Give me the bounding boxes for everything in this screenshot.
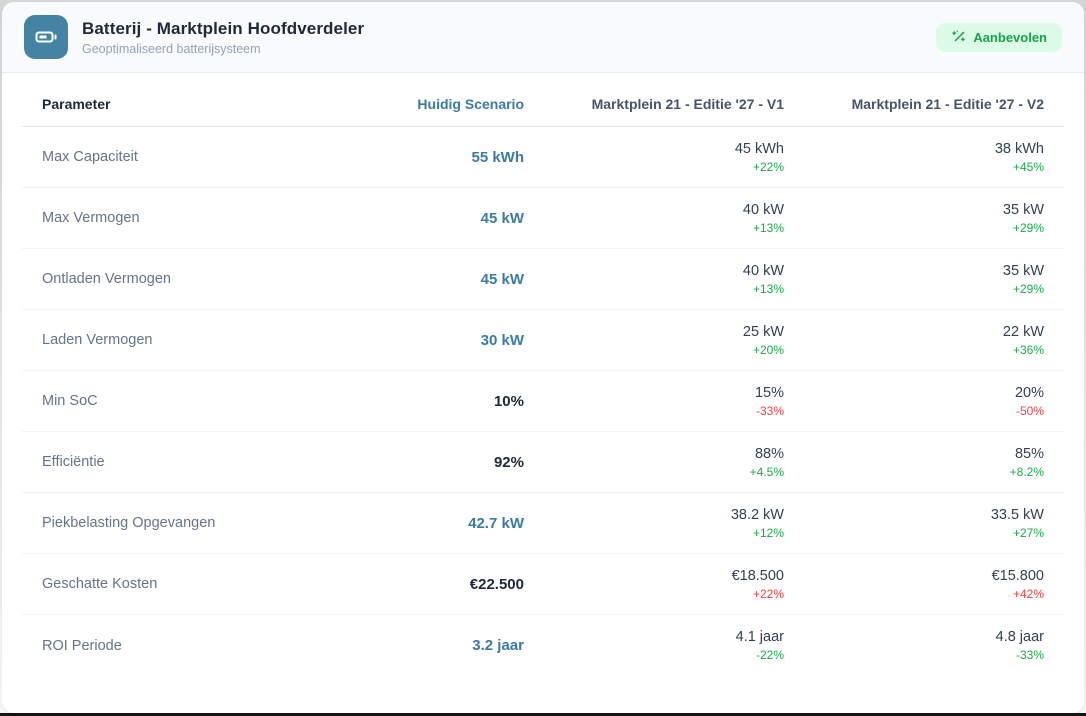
table-row: Max Vermogen 45 kW 40 kW +13% 35 kW +29% <box>22 188 1064 249</box>
scenario-v2-delta: +36% <box>1012 342 1044 357</box>
column-header-scenario-v2: Marktplein 21 - Editie '27 - V2 <box>851 95 1044 112</box>
scenario-v1-delta: -22% <box>755 648 784 662</box>
current-scenario-value: €22.500 <box>469 575 524 593</box>
page-title: Batterij - Marktplein Hoofdverdeler <box>82 18 365 38</box>
scenario-v2-delta: +27% <box>1012 525 1044 540</box>
recommended-badge-label: Aanbevolen <box>973 29 1047 45</box>
scenario-v2-cell: 20% -50% <box>804 385 1064 418</box>
parameter-label: ROI Periode <box>42 637 122 654</box>
scenario-v1-cell: 4.1 jaar -22% <box>544 629 804 662</box>
scenario-v1-delta: +13% <box>752 220 784 235</box>
table-row: Laden Vermogen 30 kW 25 kW +20% 22 kW +3… <box>22 310 1064 371</box>
scenario-v1-value: 15% <box>754 384 784 401</box>
current-scenario-value: 42.7 kW <box>468 514 524 532</box>
scenario-v2-cell: 35 kW +29% <box>804 263 1064 296</box>
scenario-v2-cell: 22 kW +36% <box>804 324 1064 357</box>
table-row: Ontladen Vermogen 45 kW 40 kW +13% 35 kW… <box>22 249 1064 310</box>
scenario-v1-cell: 38.2 kW +12% <box>544 507 804 540</box>
scenario-v1-delta: +20% <box>752 342 784 357</box>
parameter-label: Geschatte Kosten <box>42 576 158 592</box>
scenario-v2-value: 20% <box>1014 384 1044 401</box>
column-header-current-scenario: Huidig Scenario <box>417 95 524 112</box>
scenario-v2-cell: 35 kW +29% <box>804 202 1064 235</box>
scenario-v2-delta: +29% <box>1012 281 1044 296</box>
scenario-v1-delta: +22% <box>752 586 784 601</box>
scenario-v2-value: 35 kW <box>1002 201 1044 218</box>
table-row: Piekbelasting Opgevangen 42.7 kW 38.2 kW… <box>22 493 1064 554</box>
scenario-v1-value: 45 kWh <box>734 140 784 157</box>
current-scenario-value: 45 kW <box>480 209 524 227</box>
parameter-label: Max Vermogen <box>42 210 140 226</box>
current-scenario-value: 3.2 jaar <box>472 637 524 654</box>
parameter-label: Piekbelasting Opgevangen <box>42 515 216 531</box>
scenario-v2-value: 85% <box>1014 445 1044 462</box>
scenario-v2-delta: -50% <box>1015 403 1044 418</box>
scenario-v1-cell: 25 kW +20% <box>544 324 804 357</box>
wand-sparkles-icon <box>951 30 966 45</box>
scenario-v2-delta: -33% <box>1015 648 1044 662</box>
scenario-v1-value: €18.500 <box>731 567 784 584</box>
scenario-v1-value: 40 kW <box>742 262 784 279</box>
table-row: Geschatte Kosten €22.500 €18.500 +22% €1… <box>22 554 1064 615</box>
scenario-v1-value: 40 kW <box>742 201 784 218</box>
scenario-v2-cell: 85% +8.2% <box>804 446 1064 479</box>
scenario-v2-cell: 4.8 jaar -33% <box>804 629 1064 662</box>
scenario-v1-delta: +22% <box>752 159 784 174</box>
scenario-v2-value: 4.8 jaar <box>995 629 1044 645</box>
scenario-v2-delta: +29% <box>1012 220 1044 235</box>
current-scenario-value: 92% <box>493 453 524 471</box>
scenario-v2-value: €15.800 <box>991 567 1044 584</box>
table-row: Efficiëntie 92% 88% +4.5% 85% +8.2% <box>22 432 1064 493</box>
battery-icon <box>24 15 68 59</box>
column-header-scenario-v1: Marktplein 21 - Editie '27 - V1 <box>591 95 784 112</box>
current-scenario-value: 45 kW <box>480 270 524 288</box>
recommended-badge[interactable]: Aanbevolen <box>936 22 1062 52</box>
scenario-v2-cell: 38 kWh +45% <box>804 141 1064 174</box>
scenario-v1-value: 88% <box>754 445 784 462</box>
current-scenario-value: 30 kW <box>480 331 524 349</box>
scenario-v1-delta: +12% <box>752 525 784 540</box>
battery-comparison-card: Batterij - Marktplein Hoofdverdeler Geop… <box>2 2 1084 713</box>
scenario-v2-cell: 33.5 kW +27% <box>804 507 1064 540</box>
column-header-parameter: Parameter <box>42 95 111 112</box>
page-subtitle: Geoptimaliseerd batterijsysteem <box>82 41 261 56</box>
table-row: Min SoC 10% 15% -33% 20% -50% <box>22 371 1064 432</box>
header-titles: Batterij - Marktplein Hoofdverdeler Geop… <box>82 19 364 56</box>
scenario-v2-value: 35 kW <box>1002 262 1044 279</box>
scenario-v1-value: 38.2 kW <box>730 506 784 523</box>
scenario-v1-cell: 40 kW +13% <box>544 202 804 235</box>
scenario-v2-value: 33.5 kW <box>990 506 1044 523</box>
parameter-label: Max Capaciteit <box>42 149 138 165</box>
scenario-v1-delta: +13% <box>752 281 784 296</box>
current-scenario-value: 10% <box>493 392 524 410</box>
table-header-row: Parameter Huidig Scenario Marktplein 21 … <box>22 81 1064 127</box>
parameter-label: Ontladen Vermogen <box>42 271 171 287</box>
header-left: Batterij - Marktplein Hoofdverdeler Geop… <box>24 15 364 59</box>
table-row: Max Capaciteit 55 kWh 45 kWh +22% 38 kWh… <box>22 127 1064 188</box>
table-row: ROI Periode 3.2 jaar 4.1 jaar -22% 4.8 j… <box>22 615 1064 676</box>
parameter-label: Laden Vermogen <box>42 332 153 348</box>
scenario-v2-cell: €15.800 +42% <box>804 568 1064 601</box>
scenario-v2-delta: +42% <box>1012 586 1044 601</box>
parameter-label: Efficiëntie <box>42 454 105 470</box>
current-scenario-value: 55 kWh <box>471 148 524 166</box>
scenario-v1-cell: 88% +4.5% <box>544 446 804 479</box>
scenario-v2-value: 22 kW <box>1002 323 1044 340</box>
scenario-v1-value: 4.1 jaar <box>735 629 784 645</box>
scenario-v2-value: 38 kWh <box>994 140 1044 157</box>
card-header: Batterij - Marktplein Hoofdverdeler Geop… <box>2 2 1084 73</box>
comparison-table: Parameter Huidig Scenario Marktplein 21 … <box>2 73 1084 676</box>
scenario-v1-cell: 40 kW +13% <box>544 263 804 296</box>
scenario-v1-cell: 15% -33% <box>544 385 804 418</box>
scenario-v1-delta: -33% <box>755 403 784 418</box>
scenario-v1-cell: €18.500 +22% <box>544 568 804 601</box>
parameter-label: Min SoC <box>42 393 98 409</box>
scenario-v2-delta: +45% <box>1012 159 1044 174</box>
scenario-v1-cell: 45 kWh +22% <box>544 141 804 174</box>
scenario-v2-delta: +8.2% <box>1009 464 1044 479</box>
scenario-v1-delta: +4.5% <box>749 464 784 479</box>
scenario-v1-value: 25 kW <box>742 323 784 340</box>
